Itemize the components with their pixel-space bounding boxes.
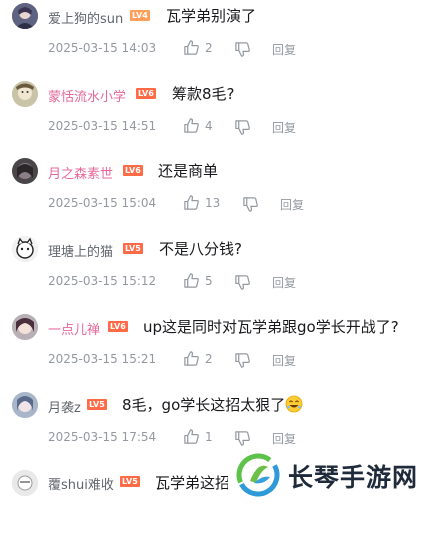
reply-button[interactable]: 回复 [272, 430, 296, 447]
comment-text: 瓦学弟这招 [155, 474, 231, 492]
watermark-text: 长琴手游网 [288, 463, 419, 492]
thumbs-up-icon[interactable] [183, 117, 200, 134]
comment-item: 蒙恬流水小学 LV6 筹款8毛? 2025-03-15 14:51 4 回复 [0, 80, 428, 160]
level-badge: LV6 [108, 321, 128, 332]
reply-button[interactable]: 回复 [280, 196, 304, 213]
avatar[interactable] [12, 314, 38, 340]
comment-item: 月之森素世 LV6 还是商单 2025-03-15 15:04 13 回复 [0, 157, 428, 237]
level-badge: LV6 [136, 88, 156, 99]
avatar[interactable] [12, 236, 38, 262]
avatar[interactable] [12, 392, 38, 418]
like-count: 4 [205, 119, 213, 133]
like-count: 2 [205, 352, 213, 366]
watermark: 长琴手游网 [228, 450, 428, 499]
username[interactable]: 一点儿禅 [48, 319, 100, 338]
comment-date: 2025-03-15 14:51 [48, 119, 157, 133]
reply-button[interactable]: 回复 [272, 41, 296, 58]
username[interactable]: 覆shui难收 [48, 474, 114, 493]
level-badge: LV4 [130, 10, 150, 21]
thumbs-down-icon[interactable] [234, 430, 251, 447]
comment-date: 2025-03-15 15:12 [48, 274, 157, 288]
thumbs-down-icon[interactable] [234, 274, 251, 291]
like-count: 5 [205, 274, 213, 288]
thumbs-down-icon[interactable] [234, 352, 251, 369]
comment-text: 不是八分钱? [159, 240, 242, 258]
username[interactable]: 爱上狗的sun [48, 8, 123, 27]
comment-text: 瓦学弟别演了 [166, 7, 257, 25]
reply-button[interactable]: 回复 [272, 119, 296, 136]
comment-item: 一点儿禅 LV6 up这是同时对瓦学弟跟go学长开战了? 2025-03-15 … [0, 313, 428, 393]
level-badge: LV5 [87, 399, 107, 410]
comment-date: 2025-03-15 14:03 [48, 41, 157, 55]
reply-button[interactable]: 回复 [272, 352, 296, 369]
level-badge: LV6 [123, 165, 143, 176]
username[interactable]: 理塘上的猫 [48, 241, 113, 260]
thumbs-down-icon[interactable] [242, 196, 259, 213]
level-badge: LV5 [123, 243, 143, 254]
like-count: 1 [205, 430, 213, 444]
avatar[interactable] [12, 81, 38, 107]
reply-button[interactable]: 回复 [272, 274, 296, 291]
comment-date: 2025-03-15 17:54 [48, 430, 157, 444]
avatar[interactable] [12, 3, 38, 29]
comment-text: 还是商单 [158, 162, 219, 180]
site-logo-icon [236, 453, 280, 497]
comment-date: 2025-03-15 15:21 [48, 352, 157, 366]
comment-text: 筹款8毛? [172, 85, 235, 103]
thumbs-up-icon[interactable] [183, 39, 200, 56]
laughing-emoji-icon [285, 395, 303, 413]
comment-item: 爱上狗的sun LV4 瓦学弟别演了 2025-03-15 14:03 2 回复 [0, 2, 428, 82]
level-badge: LV5 [120, 476, 140, 487]
comment-text: 8毛，go学长这招太狠了 [122, 394, 303, 415]
avatar[interactable] [12, 158, 38, 184]
thumbs-down-icon[interactable] [234, 119, 251, 136]
like-count: 2 [205, 41, 213, 55]
avatar[interactable] [12, 470, 38, 496]
username[interactable]: 月袭z [48, 397, 81, 416]
thumbs-up-icon[interactable] [183, 428, 200, 445]
username[interactable]: 月之森素世 [48, 163, 113, 182]
thumbs-up-icon[interactable] [183, 272, 200, 289]
username[interactable]: 蒙恬流水小学 [48, 86, 126, 105]
thumbs-up-icon[interactable] [183, 350, 200, 367]
thumbs-up-icon[interactable] [183, 194, 200, 211]
comment-date: 2025-03-15 15:04 [48, 196, 157, 210]
comment-text-body: 8毛，go学长这招太狠了 [122, 396, 286, 414]
thumbs-down-icon[interactable] [234, 41, 251, 58]
comment-text: up这是同时对瓦学弟跟go学长开战了? [143, 318, 399, 336]
like-count: 13 [205, 196, 221, 210]
comment-item: 理塘上的猫 LV5 不是八分钱? 2025-03-15 15:12 5 回复 [0, 235, 428, 315]
